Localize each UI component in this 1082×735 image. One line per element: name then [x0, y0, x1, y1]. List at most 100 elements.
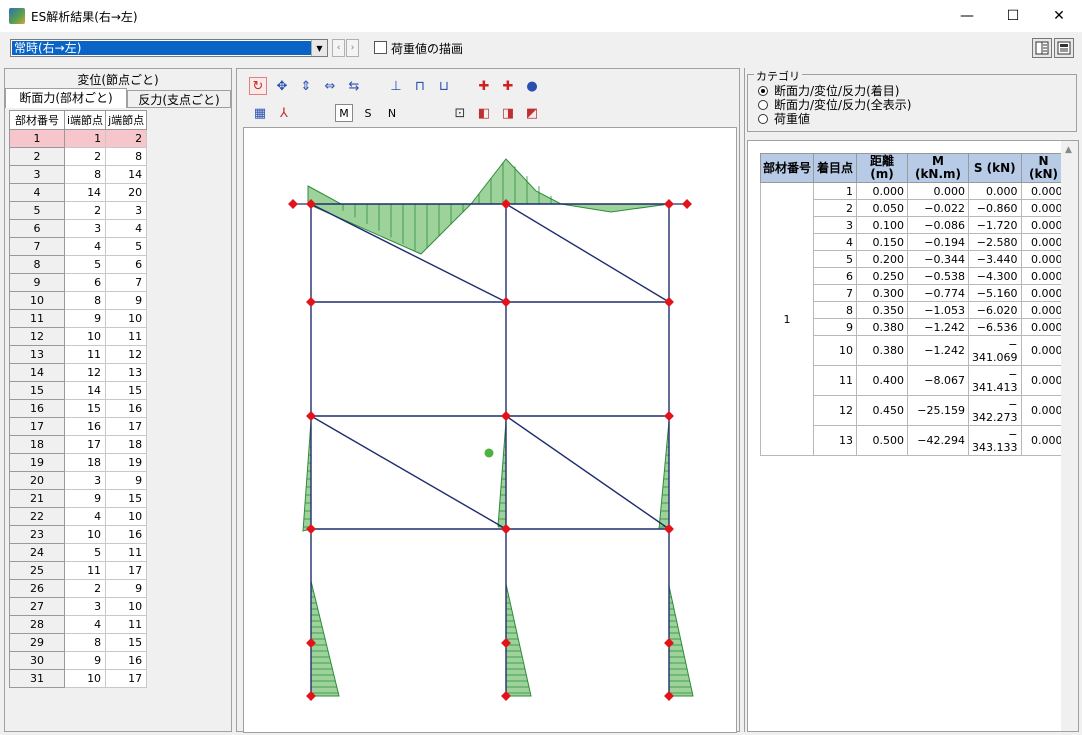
layout-view-1-icon[interactable]	[1032, 38, 1052, 58]
point-cell: 9	[813, 318, 857, 336]
rotate-x-icon[interactable]: ↻	[249, 77, 267, 95]
cube-side-icon[interactable]: ◨	[499, 104, 517, 122]
load-case-select[interactable]: 常時(右→左) ▼	[10, 39, 328, 57]
node-marker	[501, 411, 511, 421]
table-row[interactable]: 967	[9, 273, 148, 292]
axis-icon[interactable]: ⅄	[275, 104, 293, 122]
table-row[interactable]: 21 9 15	[9, 489, 148, 508]
minimize-button[interactable]: —	[944, 0, 990, 32]
i-node-cell: 10	[63, 327, 107, 346]
distance-cell: 0.300	[856, 284, 908, 302]
mode-s-button[interactable]: S	[359, 104, 377, 122]
result-column-header[interactable]: N (kN)	[1020, 153, 1067, 183]
rotate-y-icon[interactable]: ✥	[273, 77, 291, 95]
moment-diagram-area	[560, 203, 670, 213]
table-row[interactable]: 745	[9, 237, 148, 256]
table-row[interactable]: 10 8 9	[9, 291, 148, 310]
zoom-out-icon[interactable]: ✚	[499, 77, 517, 95]
frame-diagram[interactable]	[243, 127, 737, 733]
distance-cell: 0.350	[856, 301, 908, 319]
j-node-cell: 20	[105, 183, 148, 202]
grid-icon[interactable]: ▦	[251, 104, 269, 122]
table-row[interactable]: 4 14 20	[9, 183, 148, 202]
result-column-header[interactable]: 部材番号	[760, 153, 814, 183]
table-row[interactable]: 22 4 10	[9, 507, 148, 526]
layout-view-2-icon[interactable]	[1054, 38, 1074, 58]
i-node-cell: 10	[63, 525, 107, 544]
node-marker	[306, 411, 316, 421]
table-row[interactable]: 523	[9, 201, 148, 220]
table-row[interactable]: 19 18 19	[9, 453, 148, 472]
table-row[interactable]: 17 16 17	[9, 417, 148, 436]
cube-front-icon[interactable]: ◧	[475, 104, 493, 122]
tab-reactions[interactable]: 反力(支点ごと)	[127, 90, 231, 108]
table-row[interactable]: 28 4 11	[9, 615, 148, 634]
radio-focus[interactable]	[758, 86, 768, 96]
move-vertical-icon[interactable]: ⇕	[297, 77, 315, 95]
table-row[interactable]: 25 11 17	[9, 561, 148, 580]
cube-iso-icon[interactable]: ◩	[523, 104, 541, 122]
point-cell: 10	[813, 335, 857, 366]
load-value-checkbox[interactable]	[374, 41, 387, 54]
next-case-button[interactable]: ›	[346, 39, 359, 57]
table-row[interactable]: 112	[9, 129, 148, 148]
mode-n-button[interactable]: N	[383, 104, 401, 122]
result-column-header[interactable]: M (kN.m)	[907, 153, 969, 183]
support-2-icon[interactable]: ⊓	[411, 77, 429, 95]
table-row[interactable]: 29 8 15	[9, 633, 148, 652]
table-row[interactable]: 27 3 10	[9, 597, 148, 616]
chevron-down-icon[interactable]: ▼	[311, 40, 327, 56]
result-column-header[interactable]: 距離 (m)	[856, 153, 908, 183]
table-row[interactable]: 14 12 13	[9, 363, 148, 382]
table-row[interactable]: 856	[9, 255, 148, 274]
dot-icon[interactable]: ●	[523, 77, 541, 95]
radio-load[interactable]	[758, 114, 768, 124]
table-row[interactable]: 23 10 16	[9, 525, 148, 544]
table-row[interactable]: 20 3 9	[9, 471, 148, 490]
table-row[interactable]: 12 10 11	[9, 327, 148, 346]
support-1-icon[interactable]: ⊥	[387, 77, 405, 95]
member-number-cell: 4	[9, 183, 65, 202]
frame-diagram-svg	[288, 158, 694, 701]
table-row[interactable]: 30 9 16	[9, 651, 148, 670]
member-number-cell: 9	[9, 273, 65, 292]
zoom-in-icon[interactable]: ✚	[475, 77, 493, 95]
column-header[interactable]: 部材番号	[9, 110, 65, 130]
maximize-button[interactable]: ☐	[990, 0, 1036, 32]
table-row[interactable]: 26 2 9	[9, 579, 148, 598]
column-header[interactable]: j端節点	[105, 110, 148, 130]
i-node-cell: 4	[63, 615, 107, 634]
result-column-header[interactable]: S (kN)	[968, 153, 1022, 183]
mode-m-button[interactable]: M	[335, 104, 353, 122]
close-button[interactable]: ✕	[1036, 0, 1082, 32]
moment-cell: −25.159	[907, 395, 969, 426]
table-row[interactable]: 228	[9, 147, 148, 166]
scroll-up-icon[interactable]: ▲	[1065, 145, 1072, 155]
table-row[interactable]: 3 8 14	[9, 165, 148, 184]
radio-all[interactable]	[758, 100, 768, 110]
prev-case-button[interactable]: ‹	[332, 39, 345, 57]
point-cell: 7	[813, 284, 857, 302]
table-row[interactable]: 31 10 17	[9, 669, 148, 688]
fit-icon[interactable]: ⊡	[451, 104, 469, 122]
table-row[interactable]: 24 5 11	[9, 543, 148, 562]
support-3-icon[interactable]: ⊔	[435, 77, 453, 95]
j-node-cell: 13	[105, 363, 148, 382]
table-row[interactable]: 16 15 16	[9, 399, 148, 418]
table-row[interactable]: 18 17 18	[9, 435, 148, 454]
column-header[interactable]: i端節点	[63, 110, 107, 130]
j-node-cell: 10	[105, 597, 148, 616]
table-row[interactable]: 634	[9, 219, 148, 238]
result-row[interactable]: 1 1 0.000 0.000 0.000 0.000	[760, 182, 1067, 456]
vertical-scrollbar[interactable]: ▲	[1061, 141, 1078, 731]
move-horizontal-icon[interactable]: ⇔	[321, 77, 339, 95]
table-row[interactable]: 13 11 12	[9, 345, 148, 364]
table-row[interactable]: 15 14 15	[9, 381, 148, 400]
point-cell: 12	[813, 395, 857, 426]
tab-member-forces[interactable]: 断面力(部材ごと)	[5, 88, 127, 108]
table-row[interactable]: 11 9 10	[9, 309, 148, 328]
distance-cell: 0.150	[856, 233, 908, 251]
result-column-header[interactable]: 着目点	[813, 153, 857, 183]
axial-cell: 0.000	[1020, 365, 1067, 396]
pan-icon[interactable]: ⇆	[345, 77, 363, 95]
